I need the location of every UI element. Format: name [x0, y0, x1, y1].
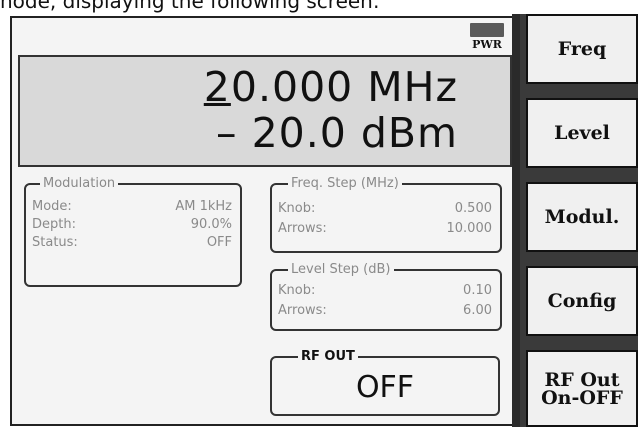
freq-step-row-arrows: Arrows: 10.000 [278, 221, 492, 237]
power-bar-icon [470, 23, 504, 37]
modulation-row-depth: Depth: 90.0% [32, 217, 232, 233]
freq-softkey[interactable]: Freq [526, 14, 638, 84]
level-step-arrows-label: Arrows: [278, 303, 327, 318]
power-indicator: PWR [465, 23, 509, 51]
modulation-depth-label: Depth: [32, 217, 76, 232]
freq-step-panel: Freq. Step (MHz) Knob: 0.500 Arrows: 10.… [270, 176, 502, 253]
level-step-knob-value: 0.10 [463, 283, 492, 298]
main-readout: 20.000 MHz – 20.0 dBm [18, 55, 512, 167]
instrument-screen: PWR 20.000 MHz – 20.0 dBm Modulation Mod… [10, 16, 520, 426]
modulation-status-value: OFF [206, 235, 232, 250]
modulation-row-mode: Mode: AM 1kHz [32, 199, 232, 215]
level-step-knob-label: Knob: [278, 283, 316, 298]
frequency-cursor-digit: 2 [203, 63, 231, 111]
modulation-depth-value: 90.0% [190, 217, 232, 232]
level-step-title: Level Step (dB) [288, 262, 394, 278]
rf-out-softkey-line2: On-OFF [541, 386, 623, 409]
modulation-softkey[interactable]: Modul. [526, 182, 638, 252]
freq-step-knob-value: 0.500 [454, 201, 492, 216]
power-label: PWR [472, 38, 502, 51]
modulation-row-status: Status: OFF [32, 235, 232, 251]
rf-out-softkey-line1: RF Out [544, 368, 620, 391]
modulation-panel: Modulation Mode: AM 1kHz Depth: 90.0% St… [24, 176, 242, 287]
level-readout: – 20.0 dBm [216, 109, 458, 157]
freq-step-arrows-value: 10.000 [446, 221, 493, 236]
softkey-column: Freq Level Modul. Config RF Out On-OFF [520, 14, 638, 427]
screen-divider [512, 14, 520, 427]
level-step-row-arrows: Arrows: 6.00 [278, 303, 492, 319]
freq-step-arrows-label: Arrows: [278, 221, 327, 236]
level-step-row-knob: Knob: 0.10 [278, 283, 492, 299]
modulation-status-label: Status: [32, 235, 78, 250]
frequency-readout: 20.000 MHz [204, 63, 458, 111]
level-step-arrows-value: 6.00 [463, 303, 492, 318]
freq-step-title: Freq. Step (MHz) [288, 176, 402, 192]
modulation-mode-value: AM 1kHz [175, 199, 232, 214]
modulation-title: Modulation [40, 176, 119, 192]
modulation-mode-label: Mode: [32, 199, 72, 214]
rf-out-panel: RF OUT OFF [270, 349, 500, 416]
rf-out-title: RF OUT [298, 349, 358, 365]
frequency-value: 0.000 MHz [230, 63, 458, 111]
level-softkey[interactable]: Level [526, 98, 638, 168]
freq-step-row-knob: Knob: 0.500 [278, 201, 492, 217]
level-step-panel: Level Step (dB) Knob: 0.10 Arrows: 6.00 [270, 262, 502, 331]
rf-out-status: OFF [355, 370, 415, 405]
config-softkey[interactable]: Config [526, 266, 638, 336]
rf-out-toggle-softkey[interactable]: RF Out On-OFF [526, 350, 638, 427]
freq-step-knob-label: Knob: [278, 201, 316, 216]
